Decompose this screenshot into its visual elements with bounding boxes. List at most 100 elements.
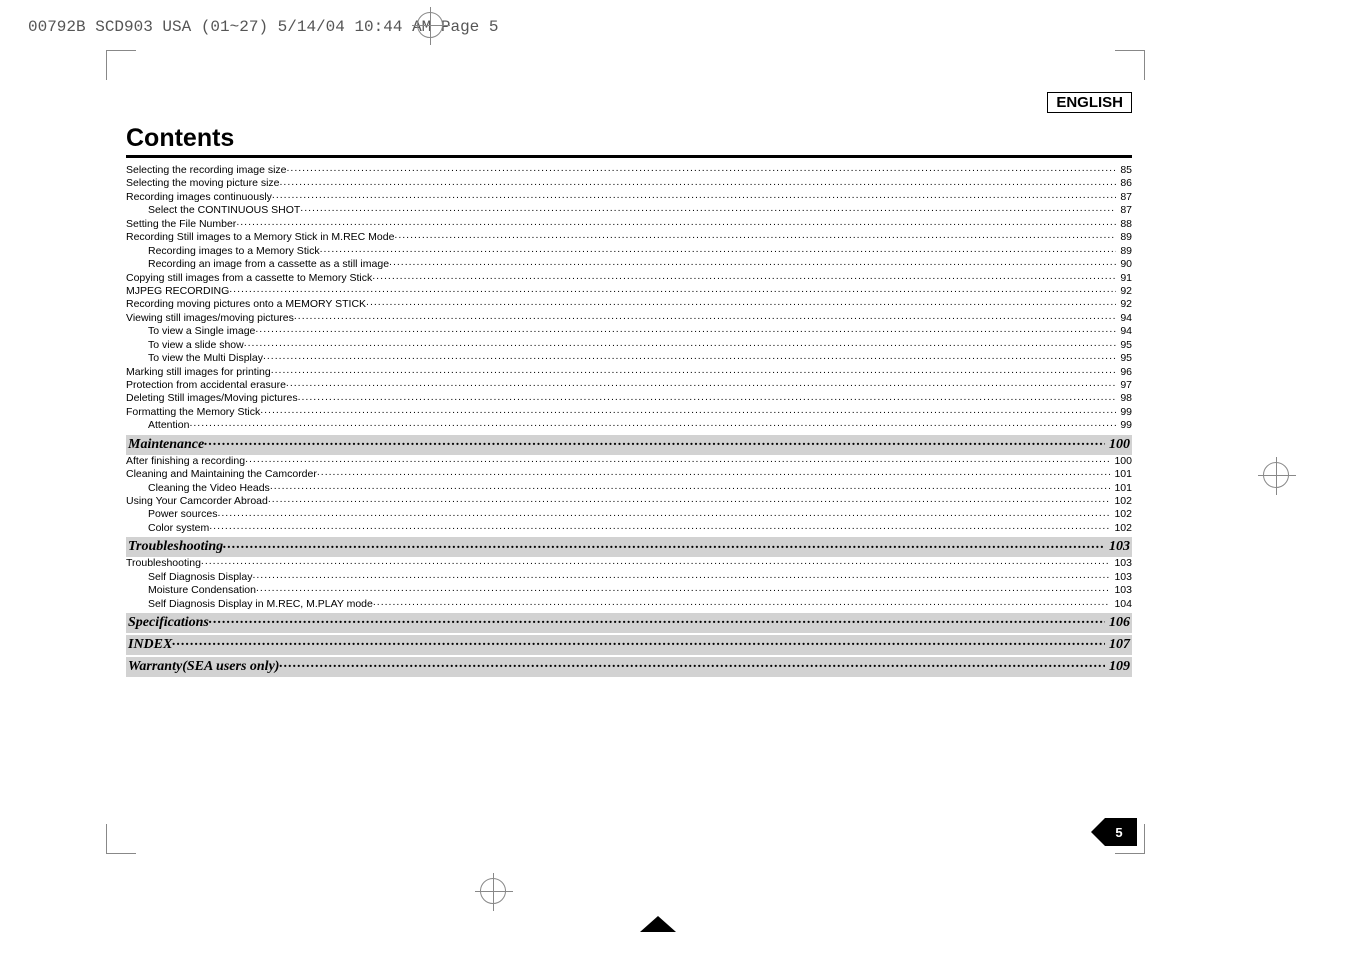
toc-leader (229, 285, 1116, 297)
toc-label: Power sources (148, 508, 217, 521)
toc-entry: Formatting the Memory Stick99 (126, 406, 1132, 419)
toc-label: To view a Single image (148, 325, 255, 338)
toc-page: 103 (1110, 584, 1132, 597)
toc-leader (268, 495, 1111, 507)
toc-label: Protection from accidental erasure (126, 379, 286, 392)
toc-section-page: 109 (1105, 658, 1130, 676)
toc-leader (217, 508, 1110, 520)
toc-page: 97 (1116, 379, 1132, 392)
toc-label: Selecting the recording image size (126, 164, 287, 177)
toc-entry: Using Your Camcorder Abroad 102 (126, 495, 1132, 508)
toc-section-label: Maintenance (128, 436, 204, 454)
toc-leader (244, 339, 1117, 351)
toc-label: Recording images continuously (126, 191, 272, 204)
toc-page: 87 (1116, 191, 1132, 204)
toc-page: 95 (1116, 352, 1132, 365)
toc-page: 87 (1116, 204, 1132, 217)
toc-section-page: 103 (1105, 538, 1130, 556)
toc-leader (272, 191, 1116, 203)
toc-entry: Self Diagnosis Display in M.REC, M.PLAY … (126, 598, 1132, 611)
toc-label: Selecting the moving picture size (126, 177, 280, 190)
toc-leader (366, 298, 1116, 310)
toc-label: Moisture Condensation (148, 584, 256, 597)
toc-entry: Power sources 102 (126, 508, 1132, 521)
toc-section-heading: Troubleshooting103 (126, 537, 1132, 557)
toc-leader (209, 522, 1110, 534)
toc-leader (298, 392, 1117, 404)
toc-leader (209, 614, 1105, 629)
toc-leader (204, 436, 1105, 451)
page-title: Contents (126, 124, 1132, 158)
toc-label: Cleaning the Video Heads (148, 482, 270, 495)
toc-leader (252, 571, 1110, 583)
toc-leader (271, 366, 1117, 378)
toc-entry: Troubleshooting103 (126, 557, 1132, 570)
toc-label: Recording images to a Memory Stick (148, 245, 320, 258)
toc-entry: Selecting the recording image size85 (126, 164, 1132, 177)
toc-label: To view the Multi Display (148, 352, 263, 365)
toc-label: Setting the File Number (126, 218, 236, 231)
toc-entry: Viewing still images/moving pictures 94 (126, 312, 1132, 325)
toc-leader (279, 658, 1105, 673)
toc-leader (270, 482, 1111, 494)
toc-label: Recording moving pictures onto a MEMORY … (126, 298, 366, 311)
toc-page: 92 (1116, 298, 1132, 311)
toc-leader (287, 164, 1117, 176)
toc-label: Deleting Still images/Moving pictures (126, 392, 298, 405)
toc-section-heading: Warranty(SEA users only)109 (126, 657, 1132, 677)
toc-label: Self Diagnosis Display in M.REC, M.PLAY … (148, 598, 373, 611)
toc-page: 89 (1116, 245, 1132, 258)
toc-page: 101 (1110, 482, 1132, 495)
toc-section-heading: Maintenance100 (126, 435, 1132, 455)
arrow-up-icon (640, 916, 676, 932)
toc-entry: Recording moving pictures onto a MEMORY … (126, 298, 1132, 311)
toc-section-label: Specifications (128, 614, 209, 632)
toc-page: 102 (1110, 522, 1132, 535)
toc-page: 101 (1110, 468, 1132, 481)
toc-page: 90 (1116, 258, 1132, 271)
toc-section-heading: Specifications 106 (126, 613, 1132, 633)
toc-label: Viewing still images/moving pictures (126, 312, 294, 325)
crop-mark-icon (1115, 50, 1145, 80)
toc-label: After finishing a recording (126, 455, 245, 468)
toc-page: 99 (1116, 419, 1132, 432)
toc-label: Self Diagnosis Display (148, 571, 252, 584)
toc-leader (372, 272, 1116, 284)
toc-page: 98 (1116, 392, 1132, 405)
toc-page: 103 (1110, 571, 1132, 584)
toc-page: 95 (1116, 339, 1132, 352)
toc-section-label: INDEX (128, 636, 172, 654)
toc-page: 104 (1110, 598, 1132, 611)
toc-label: Color system (148, 522, 209, 535)
toc-label: Recording Still images to a Memory Stick… (126, 231, 394, 244)
toc-label: Using Your Camcorder Abroad (126, 495, 268, 508)
toc-page: 96 (1116, 366, 1132, 379)
toc-label: Copying still images from a cassette to … (126, 272, 372, 285)
toc-page: 94 (1116, 312, 1132, 325)
toc-leader (280, 177, 1117, 189)
toc-entry: Cleaning and Maintaining the Camcorder10… (126, 468, 1132, 481)
toc-entry: Setting the File Number88 (126, 218, 1132, 231)
toc-page: 86 (1116, 177, 1132, 190)
toc-page: 102 (1110, 495, 1132, 508)
toc-leader (389, 258, 1116, 270)
toc-entry: Protection from accidental erasure 97 (126, 379, 1132, 392)
toc-page: 94 (1116, 325, 1132, 338)
toc-page: 92 (1116, 285, 1132, 298)
toc-leader (263, 352, 1116, 364)
toc-page: 102 (1110, 508, 1132, 521)
registration-mark-icon (417, 12, 443, 38)
toc-entry: Self Diagnosis Display 103 (126, 571, 1132, 584)
registration-mark-icon (1263, 462, 1289, 488)
toc-entry: Recording an image from a cassette as a … (126, 258, 1132, 271)
toc-label: Marking still images for printing (126, 366, 271, 379)
toc-label: MJPEG RECORDING (126, 285, 229, 298)
toc-section-heading: INDEX107 (126, 635, 1132, 655)
toc-entry: To view a Single image 94 (126, 325, 1132, 338)
toc-entry: MJPEG RECORDING 92 (126, 285, 1132, 298)
toc-label: To view a slide show (148, 339, 244, 352)
toc-entry: To view a slide show 95 (126, 339, 1132, 352)
toc-label: Formatting the Memory Stick (126, 406, 260, 419)
toc-section-page: 106 (1105, 614, 1130, 632)
toc-entry: Color system 102 (126, 522, 1132, 535)
